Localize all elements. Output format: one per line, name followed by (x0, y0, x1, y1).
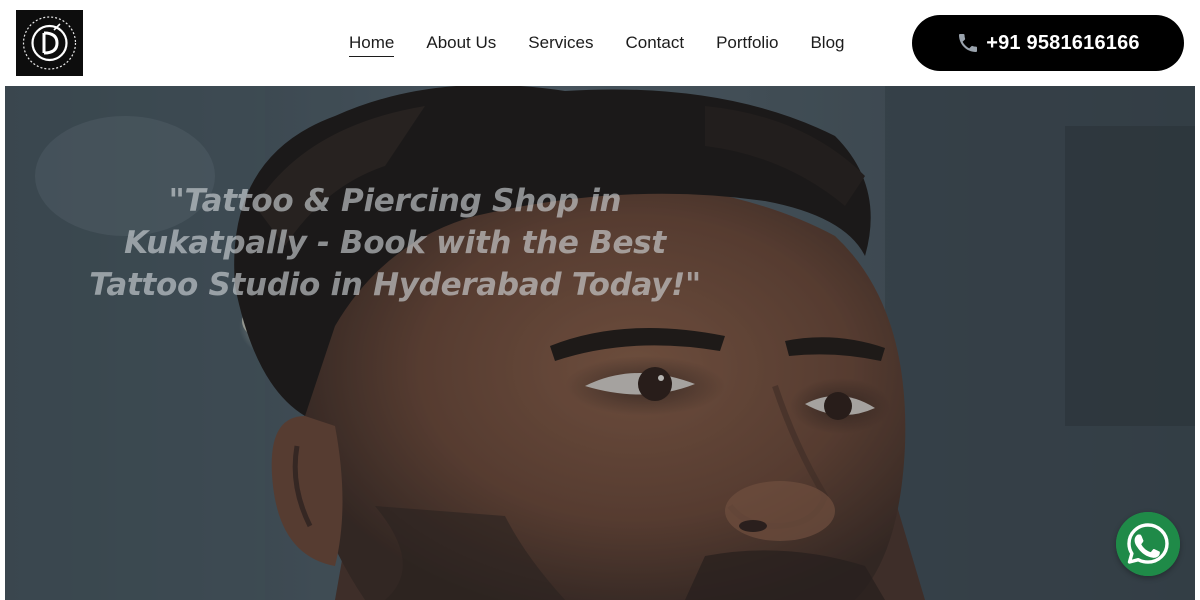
nav-about-us[interactable]: About Us (426, 32, 496, 56)
call-button[interactable]: +91 9581616166 (912, 15, 1184, 71)
logo[interactable] (16, 10, 83, 76)
site-header: Home About Us Services Contact Portfolio… (0, 0, 1200, 86)
main-nav: Home About Us Services Contact Portfolio… (349, 32, 844, 57)
hero-headline: "Tattoo & Piercing Shop in Kukatpally - … (89, 183, 701, 303)
nav-blog[interactable]: Blog (810, 32, 844, 56)
phone-icon (956, 31, 980, 55)
hero-section: "Tattoo & Piercing Shop in Kukatpally - … (0, 86, 1200, 600)
whatsapp-icon (1116, 512, 1180, 576)
whatsapp-button[interactable] (1116, 512, 1180, 576)
nav-portfolio[interactable]: Portfolio (716, 32, 778, 56)
nav-services[interactable]: Services (528, 32, 593, 56)
hero-background-image (5, 86, 1195, 600)
nav-contact[interactable]: Contact (625, 32, 684, 56)
logo-icon (16, 10, 83, 76)
phone-number: +91 9581616166 (986, 31, 1140, 54)
nav-home[interactable]: Home (349, 32, 395, 57)
